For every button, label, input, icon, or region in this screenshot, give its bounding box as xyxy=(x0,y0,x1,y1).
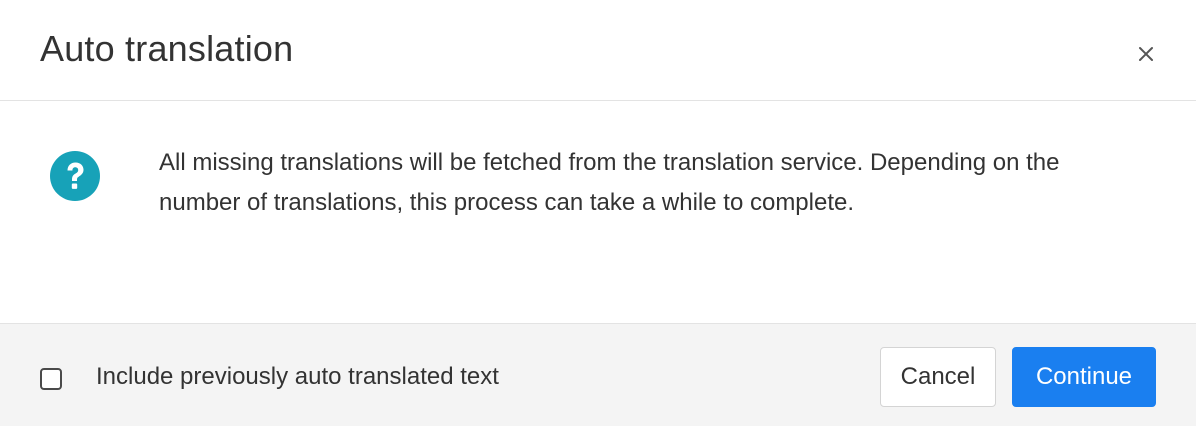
dialog-header: Auto translation xyxy=(0,0,1196,101)
dialog-message: All missing translations will be fetched… xyxy=(159,149,1060,216)
question-circle-icon xyxy=(50,151,100,201)
dialog-body: All missing translations will be fetched… xyxy=(0,101,1196,323)
dialog-title: Auto translation xyxy=(40,28,294,69)
continue-button[interactable]: Continue xyxy=(1012,347,1156,407)
cancel-button[interactable]: Cancel xyxy=(880,347,996,407)
dialog-footer: Include previously auto translated text … xyxy=(0,323,1196,426)
close-icon xyxy=(1139,47,1153,61)
close-button[interactable] xyxy=(1130,38,1162,70)
include-auto-translated-label: Include previously auto translated text xyxy=(96,363,499,390)
include-auto-translated-option[interactable]: Include previously auto translated text xyxy=(40,362,499,392)
include-auto-translated-checkbox[interactable] xyxy=(40,367,62,390)
auto-translation-dialog: Auto translation All missing translation… xyxy=(0,0,1196,426)
